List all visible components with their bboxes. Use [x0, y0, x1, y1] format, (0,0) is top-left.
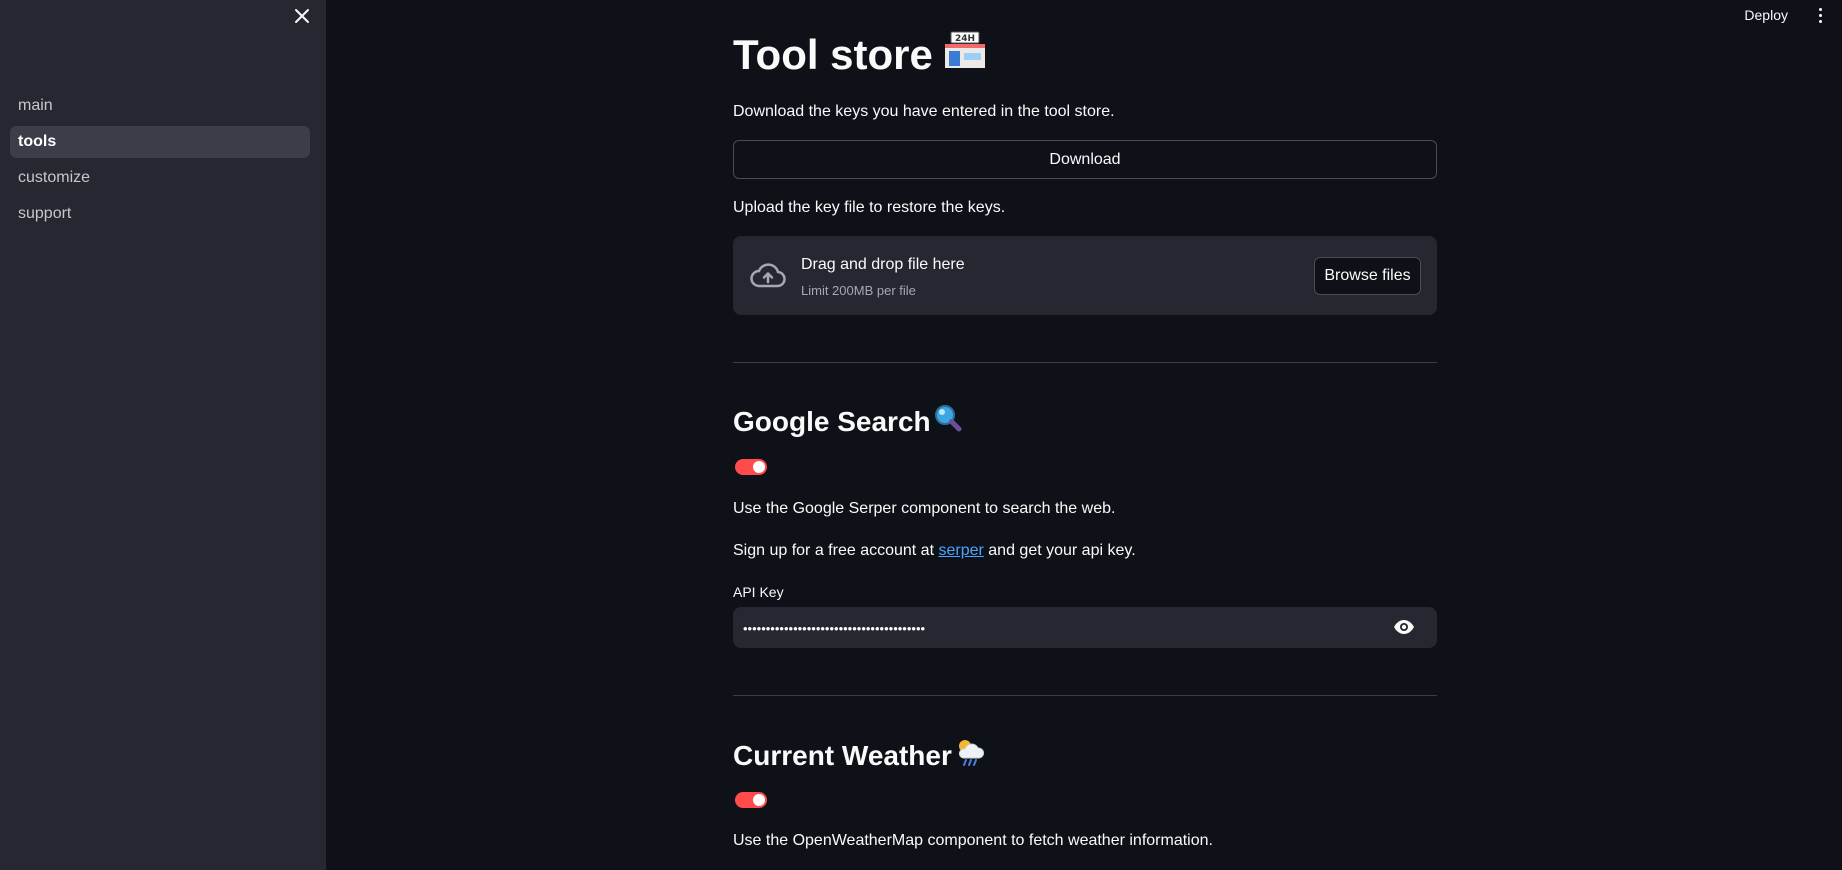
divider	[733, 362, 1437, 363]
api-key-value: ••••••••••••••••••••••••••••••••••••••••	[743, 621, 926, 636]
dropzone-limit: Limit 200MB per file	[801, 283, 916, 298]
svg-text:24H: 24H	[955, 34, 975, 44]
close-icon[interactable]	[290, 4, 314, 28]
current-weather-toggle[interactable]	[735, 792, 767, 808]
deploy-button[interactable]: Deploy	[1744, 7, 1788, 23]
section-heading-google-search: Google Search	[733, 403, 963, 440]
signup-prefix: Sign up for a free account at	[733, 542, 935, 559]
sidebar-item-main[interactable]: main	[10, 90, 310, 122]
sidebar-item-customize[interactable]: customize	[10, 162, 310, 194]
magnifying-glass-icon	[933, 403, 963, 440]
file-uploader-dropzone[interactable]: Drag and drop file here Limit 200MB per …	[733, 236, 1437, 315]
serper-link[interactable]: serper	[938, 542, 983, 559]
sidebar-item-support[interactable]: support	[10, 198, 310, 230]
signup-suffix: and get your api key.	[988, 542, 1136, 559]
signup-text: Sign up for a free account at serper and…	[733, 542, 1136, 560]
download-description: Download the keys you have entered in th…	[733, 103, 1115, 120]
toggle-knob	[753, 461, 765, 473]
section-heading-current-weather: Current Weather	[733, 736, 986, 775]
divider	[733, 695, 1437, 696]
browse-files-button[interactable]: Browse files	[1314, 257, 1421, 295]
sidebar-nav: main tools customize support	[10, 90, 310, 234]
google-search-toggle[interactable]	[735, 459, 767, 475]
app-root: main tools customize support Deploy Tool…	[0, 0, 1842, 870]
download-button[interactable]: Download	[733, 140, 1437, 179]
header-toolbar: Deploy	[1744, 0, 1842, 30]
sidebar: main tools customize support	[0, 0, 326, 870]
toggle-knob	[753, 794, 765, 806]
sidebar-item-tools[interactable]: tools	[10, 126, 310, 158]
google-search-description: Use the Google Serper component to searc…	[733, 500, 1116, 517]
page-title-text: Tool store	[733, 31, 933, 78]
upload-description: Upload the key file to restore the keys.	[733, 199, 1006, 216]
section-heading-text: Google Search	[733, 405, 931, 437]
section-heading-text: Current Weather	[733, 739, 952, 771]
api-key-label: API Key	[733, 584, 784, 600]
convenience-store-24h-icon: 24H	[943, 30, 987, 80]
kebab-menu-icon[interactable]	[1810, 7, 1830, 23]
dropzone-instructions: Drag and drop file here	[801, 256, 965, 273]
api-key-input[interactable]: ••••••••••••••••••••••••••••••••••••••••	[733, 607, 1437, 648]
cloud-upload-icon	[749, 262, 787, 295]
current-weather-description: Use the OpenWeatherMap component to fetc…	[733, 832, 1213, 849]
page-title: Tool store 24H	[733, 30, 987, 80]
show-password-icon[interactable]	[1393, 619, 1415, 640]
cloud-rain-sun-icon	[954, 736, 986, 775]
